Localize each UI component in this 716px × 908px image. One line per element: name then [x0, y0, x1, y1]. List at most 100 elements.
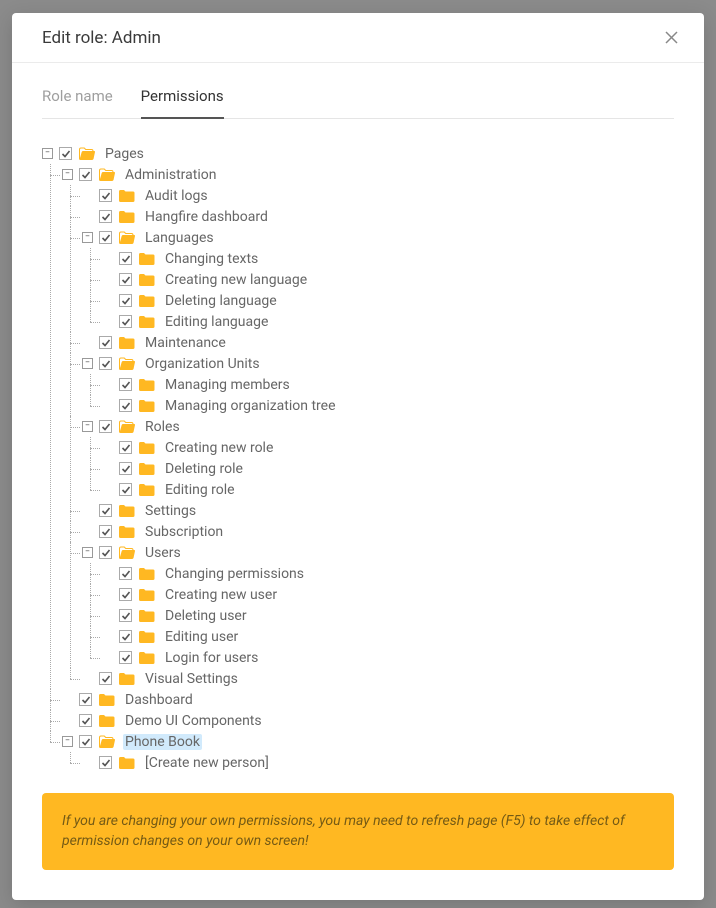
permission-checkbox[interactable] — [119, 588, 132, 601]
permission-checkbox[interactable] — [119, 651, 132, 664]
permission-checkbox[interactable] — [99, 336, 112, 349]
permission-checkbox[interactable] — [99, 756, 112, 769]
folder-icon — [139, 441, 155, 454]
folder-icon — [139, 294, 155, 307]
tree-node-label[interactable]: Users — [143, 545, 183, 561]
folder-icon — [119, 756, 135, 769]
modal-header: Edit role: Admin — [12, 13, 704, 63]
tree-node: Editing user — [102, 626, 674, 647]
tree-node-label[interactable]: Subscription — [143, 524, 225, 540]
tree-node-label[interactable]: Settings — [143, 503, 198, 519]
permission-checkbox[interactable] — [119, 609, 132, 622]
tree-node-label[interactable]: Roles — [143, 419, 182, 435]
tree-node-label[interactable]: Login for users — [163, 650, 260, 666]
tree-node: Managing organization tree — [102, 395, 674, 416]
tree-node-label[interactable]: Maintenance — [143, 335, 228, 351]
permission-checkbox[interactable] — [119, 462, 132, 475]
tree-node-label[interactable]: Administration — [123, 167, 218, 183]
tree-node: Subscription — [82, 521, 674, 542]
permission-checkbox[interactable] — [79, 714, 92, 727]
tree-node-label[interactable]: [Create new person] — [143, 755, 271, 771]
tree-node-label[interactable]: Editing role — [163, 482, 237, 498]
permission-checkbox[interactable] — [59, 147, 72, 160]
collapse-toggle[interactable]: − — [62, 736, 73, 747]
tab-permissions[interactable]: Permissions — [141, 87, 224, 119]
permission-checkbox[interactable] — [99, 504, 112, 517]
tree-node-label[interactable]: Deleting user — [163, 608, 249, 624]
collapse-toggle[interactable]: − — [62, 169, 73, 180]
permission-checkbox[interactable] — [99, 357, 112, 370]
folder-icon — [119, 189, 135, 202]
permission-checkbox[interactable] — [99, 189, 112, 202]
tree-node-label[interactable]: Editing user — [163, 629, 240, 645]
tree-node-label[interactable]: Demo UI Components — [123, 713, 264, 729]
tree-node-label[interactable]: Languages — [143, 230, 216, 246]
tabs: Role name Permissions — [42, 87, 674, 119]
permission-checkbox[interactable] — [119, 252, 132, 265]
tree-node: Hangfire dashboard — [82, 206, 674, 227]
permission-checkbox[interactable] — [119, 399, 132, 412]
folder-icon — [139, 630, 155, 643]
permission-checkbox[interactable] — [79, 693, 92, 706]
permission-checkbox[interactable] — [99, 546, 112, 559]
tree-node: − Phone Book — [62, 731, 674, 752]
tree-node: − Languages — [82, 227, 674, 248]
tree-node: Creating new language — [102, 269, 674, 290]
permission-checkbox[interactable] — [119, 483, 132, 496]
tree-node-label[interactable]: Managing organization tree — [163, 398, 338, 414]
folder-icon — [99, 714, 115, 727]
permission-checkbox[interactable] — [119, 441, 132, 454]
permission-checkbox[interactable] — [99, 525, 112, 538]
tree-node: Visual Settings — [82, 668, 674, 689]
permission-checkbox[interactable] — [99, 210, 112, 223]
permission-checkbox[interactable] — [119, 630, 132, 643]
tree-node-label[interactable]: Pages — [103, 146, 146, 162]
tree-node: Changing permissions — [102, 563, 674, 584]
close-button[interactable] — [661, 27, 682, 48]
permission-checkbox[interactable] — [119, 378, 132, 391]
tree-node-label[interactable]: Phone Book — [123, 734, 202, 750]
tree-node: Managing members — [102, 374, 674, 395]
tree-node-label[interactable]: Editing language — [163, 314, 270, 330]
tree-node-label[interactable]: Hangfire dashboard — [143, 209, 270, 225]
tree-node-label[interactable]: Creating new language — [163, 272, 309, 288]
folder-open-icon — [79, 147, 95, 160]
tree-node-label[interactable]: Creating new user — [163, 587, 279, 603]
folder-icon — [139, 462, 155, 475]
permission-checkbox[interactable] — [99, 231, 112, 244]
tree-node: − Administration — [62, 164, 674, 185]
tab-role-name[interactable]: Role name — [42, 87, 113, 118]
tree-node-label[interactable]: Audit logs — [143, 188, 210, 204]
folder-open-icon — [99, 168, 115, 181]
permission-checkbox[interactable] — [99, 672, 112, 685]
tree-node-label[interactable]: Dashboard — [123, 692, 195, 708]
collapse-toggle[interactable]: − — [82, 232, 93, 243]
tree-node: Creating new role — [102, 437, 674, 458]
collapse-toggle[interactable]: − — [82, 421, 93, 432]
permission-checkbox[interactable] — [119, 567, 132, 580]
permission-checkbox[interactable] — [119, 273, 132, 286]
tree-node-label[interactable]: Creating new role — [163, 440, 275, 456]
folder-icon — [139, 651, 155, 664]
tree-node: − Organization Units — [82, 353, 674, 374]
collapse-toggle[interactable]: − — [42, 148, 53, 159]
tree-node: Deleting user — [102, 605, 674, 626]
tree-node: Login for users — [102, 647, 674, 668]
permission-checkbox[interactable] — [119, 315, 132, 328]
collapse-toggle[interactable]: − — [82, 547, 93, 558]
tree-node: Demo UI Components — [62, 710, 674, 731]
tree-node-label[interactable]: Deleting language — [163, 293, 279, 309]
folder-open-icon — [99, 735, 115, 748]
collapse-toggle[interactable]: − — [82, 358, 93, 369]
tree-node-label[interactable]: Changing texts — [163, 251, 260, 267]
tree-node-label[interactable]: Changing permissions — [163, 566, 306, 582]
tree-node-label[interactable]: Organization Units — [143, 356, 262, 372]
tree-node-label[interactable]: Visual Settings — [143, 671, 240, 687]
warning-message: If you are changing your own permissions… — [42, 793, 674, 870]
permission-checkbox[interactable] — [79, 168, 92, 181]
permission-checkbox[interactable] — [79, 735, 92, 748]
permission-checkbox[interactable] — [99, 420, 112, 433]
tree-node-label[interactable]: Managing members — [163, 377, 292, 393]
permission-checkbox[interactable] — [119, 294, 132, 307]
tree-node-label[interactable]: Deleting role — [163, 461, 245, 477]
